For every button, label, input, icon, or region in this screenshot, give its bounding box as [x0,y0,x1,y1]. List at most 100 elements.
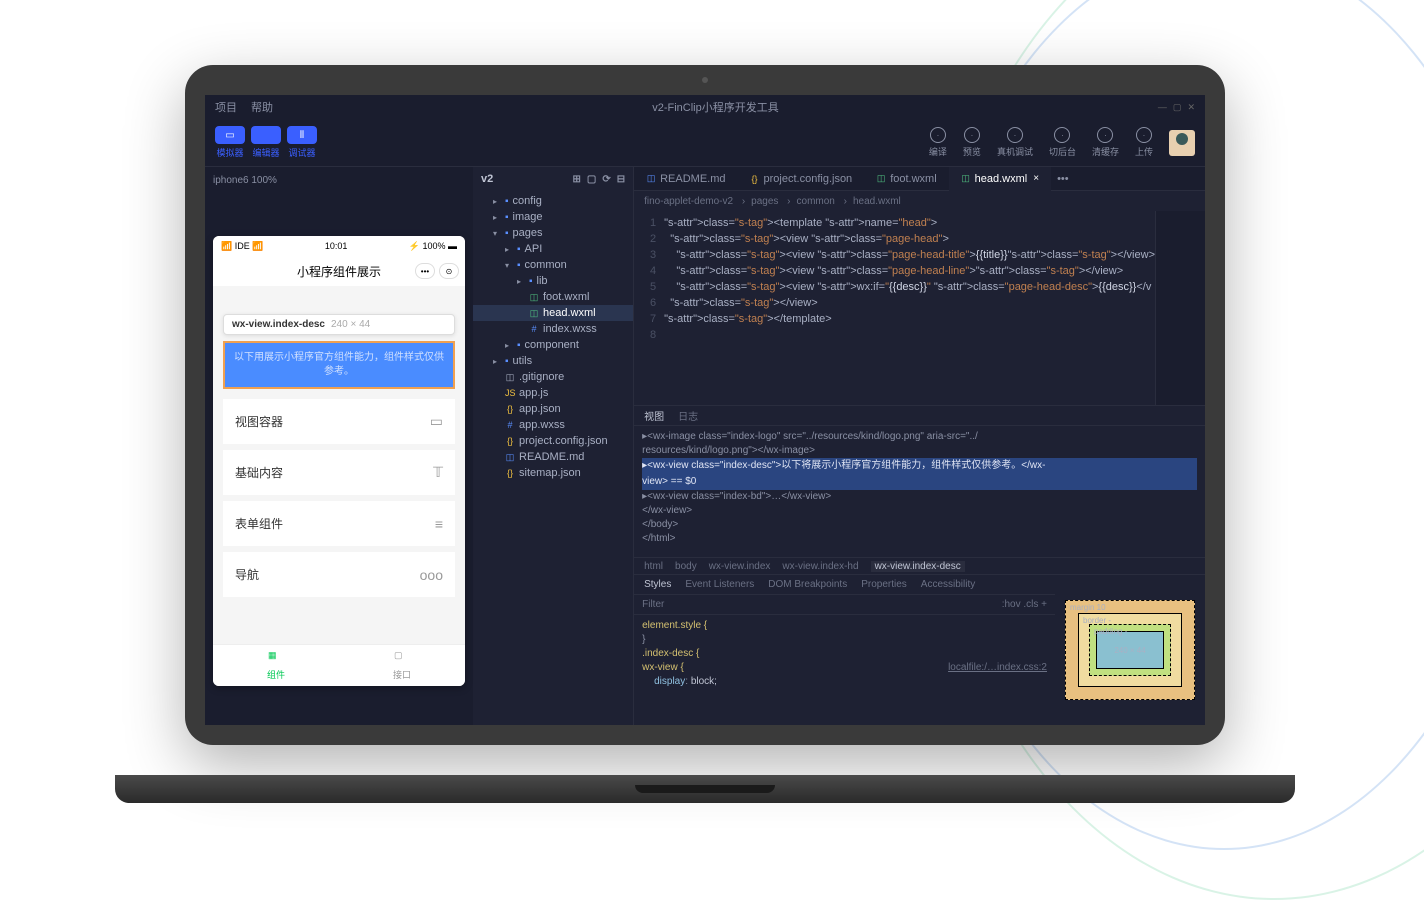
max-icon[interactable]: ▢ [1173,102,1182,113]
dom-crumb[interactable]: html [644,561,663,572]
tree-item[interactable]: {}app.json [473,401,633,417]
tree-item[interactable]: ◫.gitignore [473,369,633,385]
carrier-label: 📶 IDE 📶 [221,241,263,252]
tree-item[interactable]: {}project.config.json [473,433,633,449]
tree-item[interactable]: ◫README.md [473,449,633,465]
phone-tabbar: ▦ 组件 ▢ 接口 [213,644,465,686]
collapse-icon[interactable]: ⊟ [617,174,625,185]
tree-item[interactable]: ▾▪pages [473,225,633,241]
api-icon: ▢ [394,650,410,666]
tree-item[interactable]: #index.wxss [473,321,633,337]
tree-item[interactable]: ▸▪lib [473,273,633,289]
device-label: iphone6 100% [213,175,465,186]
tree-item[interactable]: {}sitemap.json [473,465,633,481]
dom-crumb[interactable]: wx-view.index-desc [871,561,965,572]
project-root[interactable]: v2 [481,173,493,185]
components-icon: ▦ [268,650,284,666]
dom-breadcrumb: html body wx-view.index wx-view.index-hd wx-… [634,557,1205,575]
tree-item[interactable]: #app.wxss [473,417,633,433]
tab-components[interactable]: ▦ 组件 [213,645,339,686]
window-title: v2-FinClip小程序开发工具 [652,99,779,115]
close-icon[interactable]: ✕ [1187,102,1195,113]
laptop-frame: 项目 帮助 v2-FinClip小程序开发工具 — ▢ ✕ ▭模拟器编辑器⫴调试… [175,65,1235,785]
editor-tabs: ◫README.md{}project.config.json◫foot.wxm… [634,167,1205,191]
time-label: 10:01 [325,241,348,251]
min-icon[interactable]: — [1158,102,1167,113]
editor-tab[interactable]: {}project.config.json [738,167,865,191]
breadcrumb-item[interactable]: head.wxml [853,196,901,207]
action-真机调试[interactable]: ·真机调试 [997,127,1033,158]
tree-item[interactable]: ▸▪image [473,209,633,225]
tree-item[interactable]: ▾▪common [473,257,633,273]
nav-more-icon[interactable]: ••• [415,263,435,279]
box-model: margin 10 border - padding - 240 × 44 [1055,575,1205,725]
styles-tab[interactable]: DOM Breakpoints [768,579,847,590]
dom-tree[interactable]: ▸<wx-image class="index-logo" src="../re… [634,426,1205,557]
breadcrumb-item[interactable]: common [797,196,847,207]
phone-navbar: 小程序组件展示 ••• ⊙ [213,256,465,286]
phone-statusbar: 📶 IDE 📶 10:01 ⚡ 100% ▬ [213,236,465,256]
mode-编辑器[interactable]: 编辑器 [251,126,281,159]
dt-tab-view[interactable]: 视图 [644,408,664,423]
breadcrumb-item[interactable]: fino-applet-demo-v2 [644,196,745,207]
dom-crumb[interactable]: wx-view.index-hd [782,561,858,572]
minimap[interactable] [1155,211,1205,405]
dom-crumb[interactable]: wx-view.index [709,561,771,572]
inspect-tooltip: wx-view.index-desc240 × 44 [223,314,455,335]
mode-调试器[interactable]: ⫴调试器 [287,126,317,159]
menu-item[interactable]: 导航ooo [223,552,455,597]
tree-item[interactable]: ◫foot.wxml [473,289,633,305]
tree-item[interactable]: JSapp.js [473,385,633,401]
toolbar: ▭模拟器编辑器⫴调试器 ·编译 ·预览 ·真机调试 ·切后台 ·清缓存 ·上传 [205,119,1205,167]
styles-filter[interactable]: Filter [642,599,664,610]
styles-tab[interactable]: Event Listeners [685,579,754,590]
action-上传[interactable]: ·上传 [1135,127,1153,158]
menu-item[interactable]: 基础内容𝕋 [223,450,455,495]
editor-tab[interactable]: ◫foot.wxml [864,167,948,191]
dt-tab-log[interactable]: 日志 [678,408,698,423]
styles-tab[interactable]: Styles [644,579,671,590]
styles-tab[interactable]: Accessibility [921,579,975,590]
tree-item[interactable]: ▸▪utils [473,353,633,369]
menu-help[interactable]: 帮助 [251,99,273,115]
phone-preview: 📶 IDE 📶 10:01 ⚡ 100% ▬ 小程序组件展示 ••• ⊙ [213,236,465,686]
editor-tab[interactable]: ◫README.md [634,167,737,191]
tree-item[interactable]: ▸▪config [473,193,633,209]
breadcrumb: fino-applet-demo-v2 pages common head.wxml [634,191,1205,211]
highlighted-element[interactable]: 以下用展示小程序官方组件能力，组件样式仅供参考。 [223,341,455,389]
action-预览[interactable]: ·预览 [963,127,981,158]
tree-item[interactable]: ▸▪component [473,337,633,353]
new-file-icon[interactable]: ⊞ [572,174,580,185]
tree-item[interactable]: ◫head.wxml [473,305,633,321]
file-explorer: v2 ⊞ ▢ ⟳ ⊟ ▸▪config▸▪image▾▪pages▸▪API▾▪… [473,167,634,725]
editor-tab[interactable]: ◫head.wxml× [949,167,1051,191]
menubar: 项目 帮助 v2-FinClip小程序开发工具 — ▢ ✕ [205,95,1205,119]
tree-item[interactable]: ▸▪API [473,241,633,257]
action-切后台[interactable]: ·切后台 [1049,127,1076,158]
action-编译[interactable]: ·编译 [929,127,947,158]
editor-area: ◫README.md{}project.config.json◫foot.wxm… [634,167,1205,725]
tabs-more-icon[interactable]: ••• [1051,173,1075,185]
app-title: 小程序组件展示 [297,263,381,280]
action-清缓存[interactable]: ·清缓存 [1092,127,1119,158]
nav-close-icon[interactable]: ⊙ [439,263,459,279]
menu-project[interactable]: 项目 [215,99,237,115]
new-folder-icon[interactable]: ▢ [587,174,596,185]
mode-模拟器[interactable]: ▭模拟器 [215,126,245,159]
tab-api[interactable]: ▢ 接口 [339,645,465,686]
devtools: 视图 日志 ▸<wx-image class="index-logo" src=… [634,405,1205,725]
simulator-panel: iphone6 100% 📶 IDE 📶 10:01 ⚡ 100% ▬ 小程序组… [205,167,473,725]
styles-toggles[interactable]: :hov .cls + [1002,599,1047,610]
styles-tab[interactable]: Properties [861,579,907,590]
refresh-icon[interactable]: ⟳ [602,174,610,185]
css-rules[interactable]: element.style {}.index-desc {</span></di… [634,615,1055,725]
menu-item[interactable]: 视图容器▭ [223,399,455,444]
dom-crumb[interactable]: body [675,561,697,572]
breadcrumb-item[interactable]: pages [751,196,790,207]
menu-item[interactable]: 表单组件≡ [223,501,455,546]
battery-label: ⚡ 100% ▬ [409,241,457,252]
ide-window: 项目 帮助 v2-FinClip小程序开发工具 — ▢ ✕ ▭模拟器编辑器⫴调试… [205,95,1205,725]
avatar[interactable] [1169,130,1195,156]
code-editor[interactable]: 12345678 "s-attr">class="s-tag"><templat… [634,211,1205,405]
camera-icon [702,77,708,83]
